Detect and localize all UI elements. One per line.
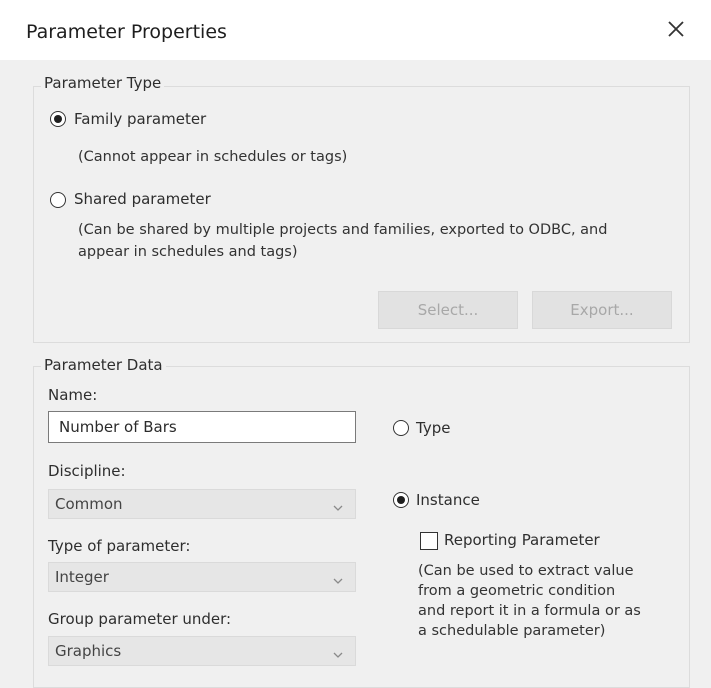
group-parameter-label: Group parameter under: <box>48 610 232 628</box>
parameter-type-heading: Parameter Type <box>41 74 165 92</box>
reporting-hint-line3: and report it in a formula or as <box>418 603 641 619</box>
close-icon[interactable] <box>663 16 689 42</box>
export-button[interactable]: Export... <box>532 291 672 329</box>
title-bar: Parameter Properties <box>0 0 711 60</box>
group-parameter-select[interactable]: Graphics <box>48 636 356 666</box>
shared-parameter-hint-line2: appear in schedules and tags) <box>78 244 298 260</box>
select-button[interactable]: Select... <box>378 291 518 329</box>
type-of-parameter-value: Integer <box>55 568 109 586</box>
family-parameter-hint: (Cannot appear in schedules or tags) <box>78 149 348 165</box>
chevron-down-icon <box>333 499 343 511</box>
name-label: Name: <box>48 386 98 404</box>
reporting-parameter-label[interactable]: Reporting Parameter <box>444 531 600 549</box>
family-parameter-radio[interactable] <box>50 111 66 127</box>
parameter-properties-dialog: Parameter Properties Parameter Type Fami… <box>0 0 711 688</box>
instance-radio-label[interactable]: Instance <box>416 491 480 509</box>
type-radio[interactable] <box>393 420 409 436</box>
group-parameter-value: Graphics <box>55 642 122 660</box>
chevron-down-icon <box>333 646 343 658</box>
discipline-select[interactable]: Common <box>48 489 356 519</box>
reporting-hint-line4: a schedulable parameter) <box>418 623 606 639</box>
type-of-parameter-select[interactable]: Integer <box>48 562 356 592</box>
parameter-data-heading: Parameter Data <box>41 356 166 374</box>
discipline-value: Common <box>55 495 123 513</box>
shared-parameter-hint-line1: (Can be shared by multiple projects and … <box>78 222 608 238</box>
instance-radio[interactable] <box>393 492 409 508</box>
reporting-parameter-checkbox[interactable] <box>420 532 438 550</box>
shared-parameter-label[interactable]: Shared parameter <box>74 190 211 208</box>
reporting-hint-line1: (Can be used to extract value <box>418 563 634 579</box>
reporting-hint-line2: from a geometric condition <box>418 583 616 599</box>
family-parameter-label[interactable]: Family parameter <box>74 110 206 128</box>
name-input[interactable]: Number of Bars <box>48 411 356 443</box>
chevron-down-icon <box>333 572 343 584</box>
type-of-parameter-label: Type of parameter: <box>48 537 191 555</box>
type-radio-label[interactable]: Type <box>416 419 450 437</box>
shared-parameter-radio[interactable] <box>50 192 66 208</box>
window-title: Parameter Properties <box>26 21 227 43</box>
discipline-label: Discipline: <box>48 462 126 480</box>
